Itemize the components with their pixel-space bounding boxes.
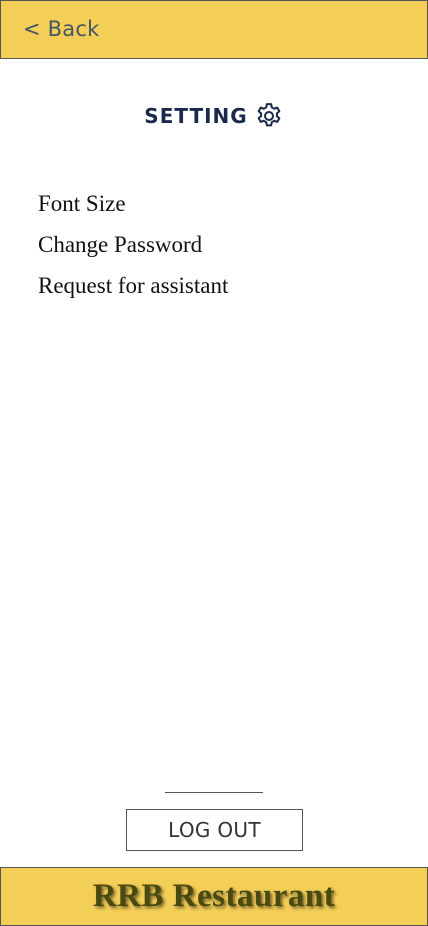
page-title-row: SETTING xyxy=(0,98,428,134)
menu-item-font-size[interactable]: Font Size xyxy=(38,186,398,227)
logout-button[interactable]: LOG OUT xyxy=(126,809,303,851)
footer-bar: RRB Restaurant xyxy=(0,867,428,926)
menu-item-change-password[interactable]: Change Password xyxy=(38,227,398,268)
back-button[interactable]: < Back xyxy=(23,17,99,41)
top-bar: < Back xyxy=(0,0,428,59)
settings-menu: Font Size Change Password Request for as… xyxy=(38,186,398,309)
gear-icon xyxy=(257,103,281,127)
menu-item-request-assistant[interactable]: Request for assistant xyxy=(38,268,398,309)
brand-name: RRB Restaurant xyxy=(92,878,336,914)
divider xyxy=(165,792,263,793)
page-title: SETTING xyxy=(144,104,248,128)
